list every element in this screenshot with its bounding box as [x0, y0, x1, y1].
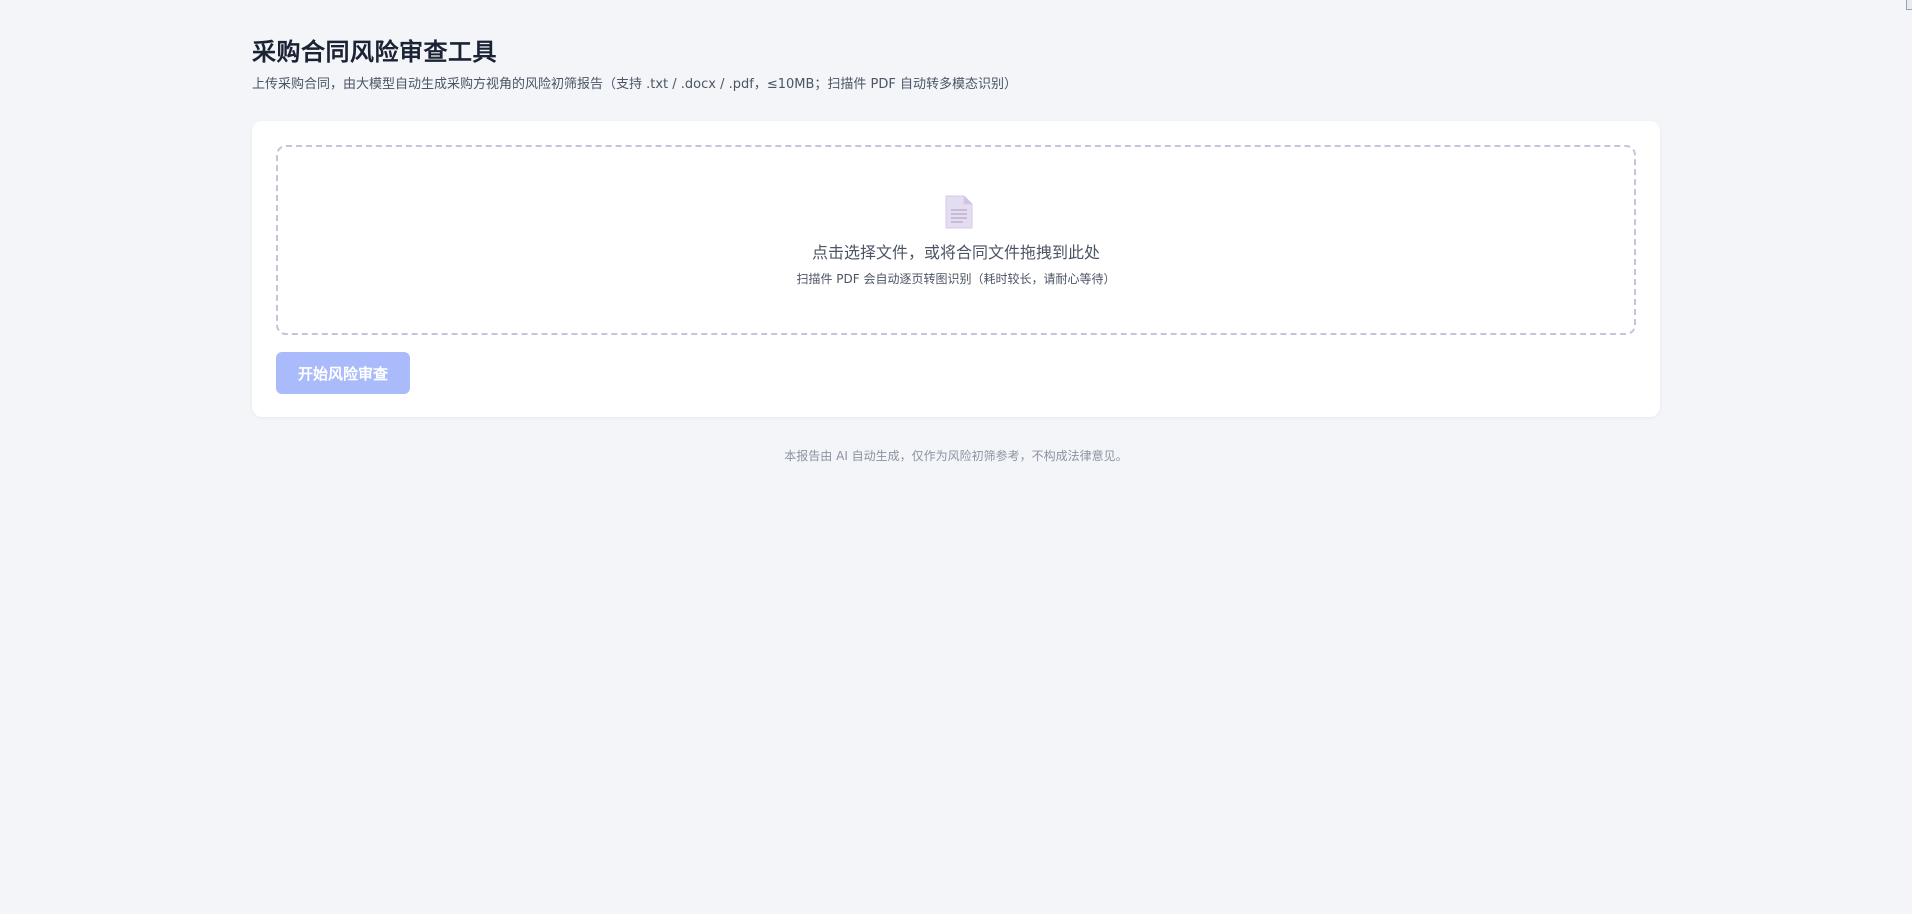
page-header: 采购合同风险审查工具 上传采购合同，由大模型自动生成采购方视角的风险初筛报告（支… — [252, 36, 1017, 94]
page-title: 采购合同风险审查工具 — [252, 38, 497, 66]
dropzone-hint: 扫描件 PDF 会自动逐页转图识别（耗时较长，请耐心等待） — [796, 272, 1116, 286]
disclaimer-note: 本报告由 AI 自动生成，仅作为风险初筛参考，不构成法律意见。 — [784, 449, 1128, 463]
start-review-button[interactable]: 开始风险审查 — [276, 352, 410, 394]
upload-card: 点击选择文件，或将合同文件拖拽到此处 扫描件 PDF 会自动逐页转图识别（耗时较… — [252, 121, 1660, 417]
document-icon — [945, 195, 973, 229]
page-subtitle: 上传采购合同，由大模型自动生成采购方视角的风险初筛报告（支持 .txt / .d… — [252, 77, 1017, 92]
window-corner-indicator — [1906, 0, 1912, 10]
page: 采购合同风险审查工具 上传采购合同，由大模型自动生成采购方视角的风险初筛报告（支… — [0, 0, 1912, 914]
file-dropzone[interactable]: 点击选择文件，或将合同文件拖拽到此处 扫描件 PDF 会自动逐页转图识别（耗时较… — [276, 145, 1636, 335]
dropzone-title: 点击选择文件，或将合同文件拖拽到此处 — [811, 243, 1100, 262]
